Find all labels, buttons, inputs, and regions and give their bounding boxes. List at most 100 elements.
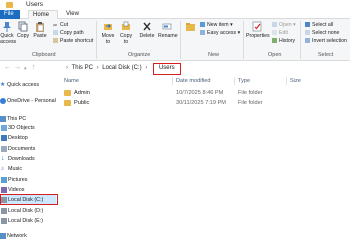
crumb-separator-icon: › <box>66 65 68 71</box>
edit-button[interactable]: Edit <box>272 30 288 37</box>
sidebar-item-music[interactable]: ♪ Music <box>0 164 56 174</box>
column-header-date-modified[interactable]: Date modified <box>176 76 211 86</box>
select-all-button[interactable]: Select all <box>305 22 333 29</box>
tab-file[interactable]: File <box>0 10 20 19</box>
select-all-label: Select all <box>312 22 334 28</box>
breadcrumb-local-disk-c[interactable]: Local Disk (C:) <box>102 65 141 71</box>
select-group-label: Select <box>318 52 334 58</box>
history-icon <box>272 38 277 43</box>
open-group-label: Open <box>268 52 282 58</box>
select-none-button[interactable]: Select none <box>305 30 339 37</box>
sidebar-item-label: Pictures <box>8 177 28 183</box>
ribbon-separator <box>300 21 301 59</box>
window-title: Users <box>26 1 43 8</box>
sidebar-item-3d-objects[interactable]: 3D Objects <box>0 123 56 133</box>
cut-button[interactable]: ✂ Cut <box>53 22 68 29</box>
title-bar: Users <box>0 0 350 10</box>
crumb-separator-icon: › <box>96 65 99 71</box>
copy-to-button[interactable]: Copy to <box>118 21 134 45</box>
tab-view[interactable]: View <box>62 10 82 19</box>
ribbon-tabs: File Home View <box>0 10 350 19</box>
folder-icon <box>64 100 71 106</box>
download-icon: ↓ <box>1 155 5 162</box>
copy-to-icon <box>122 21 130 30</box>
music-icon: ♪ <box>1 166 4 172</box>
pictures-icon <box>1 177 7 183</box>
desktop-icon <box>1 135 7 141</box>
drive-icon <box>1 208 7 214</box>
file-list: Name Date modified Type Size Admin 10/7/… <box>58 76 350 250</box>
sidebar-item-desktop[interactable]: Desktop <box>0 133 56 143</box>
paste-shortcut-button[interactable]: Paste shortcut <box>53 38 93 45</box>
network-icon <box>0 233 6 239</box>
column-header-size[interactable]: Size <box>290 76 301 86</box>
sidebar-item-pictures[interactable]: Pictures <box>0 175 56 185</box>
sidebar-item-local-disk-d[interactable]: Local Disk (D:) <box>0 206 56 216</box>
copy-to-label: Copy to <box>119 33 133 45</box>
breadcrumb-this-pc[interactable]: This PC <box>72 65 93 71</box>
move-to-button[interactable]: Move to <box>100 21 116 45</box>
column-separator <box>286 77 287 85</box>
open-button[interactable]: Open ▾ <box>272 22 296 29</box>
sidebar-item-label: Quick access <box>7 82 40 88</box>
sidebar-item-local-disk-e[interactable]: Local Disk (E:) <box>0 216 56 226</box>
back-arrow-icon[interactable]: ← <box>4 64 11 71</box>
new-folder-button[interactable] <box>183 21 198 33</box>
properties-button[interactable]: Properties <box>246 21 270 39</box>
sidebar-item-downloads[interactable]: ↓ Downloads <box>0 154 56 164</box>
delete-icon <box>143 22 151 31</box>
ribbon-separator <box>243 21 244 59</box>
sidebar-item-network[interactable]: Network <box>0 231 56 241</box>
rename-button[interactable]: Rename <box>158 21 178 39</box>
sidebar-item-label: Downloads <box>8 156 35 162</box>
breadcrumb-users[interactable]: Users <box>152 63 181 75</box>
invert-selection-button[interactable]: Invert selection <box>305 38 347 45</box>
open-icon <box>272 22 277 27</box>
cube-icon <box>1 125 7 131</box>
chevron-down-icon: ▾ <box>237 30 241 36</box>
move-to-label: Move to <box>101 33 115 45</box>
table-row[interactable]: Admin 10/7/2025 8:46 PM File folder <box>58 88 350 98</box>
new-folder-icon <box>186 23 195 31</box>
chevron-down-icon: ▾ <box>293 22 296 28</box>
delete-button[interactable]: Delete <box>139 21 155 39</box>
breadcrumb[interactable]: › This PC › Local Disk (C:) › Users <box>64 63 181 75</box>
new-group-label: New <box>208 52 220 58</box>
history-button[interactable]: History <box>272 38 295 45</box>
new-item-label: New item <box>207 22 229 28</box>
select-none-icon <box>305 30 310 35</box>
forward-arrow-icon[interactable]: → <box>14 64 21 71</box>
copy-icon <box>18 21 28 32</box>
tab-home[interactable]: Home <box>28 10 58 19</box>
up-arrow-icon[interactable]: ↑ <box>32 64 36 71</box>
copy-path-label: Copy path <box>60 30 84 36</box>
sidebar-item-label: 3D Objects <box>8 125 35 131</box>
paste-button[interactable]: Paste <box>33 21 47 39</box>
pin-icon <box>3 22 11 32</box>
new-item-icon <box>200 22 205 27</box>
table-row[interactable]: Public 30/11/2025 7:19 PM File folder <box>58 98 350 108</box>
sidebar-item-documents[interactable]: Documents <box>0 144 56 154</box>
column-header-type[interactable]: Type <box>238 76 250 86</box>
scissors-icon: ✂ <box>53 23 58 29</box>
properties-icon <box>252 21 262 32</box>
column-header-name[interactable]: Name <box>64 76 79 86</box>
copy-button[interactable]: Copy <box>16 21 30 39</box>
sidebar-item-label: Local Disk (D:) <box>8 208 44 214</box>
pin-quick-access-button[interactable]: Quick access <box>0 21 16 45</box>
copy-label: Copy <box>16 33 30 39</box>
rename-icon <box>162 23 172 30</box>
sidebar-item-quick-access[interactable]: ★ Quick access <box>0 80 56 90</box>
sidebar-item-label: OneDrive - Personal <box>7 98 56 104</box>
recent-locations-chevron-icon[interactable]: ▾ <box>24 66 27 72</box>
copy-path-button[interactable]: Copy path <box>53 30 84 37</box>
sidebar-item-onedrive[interactable]: OneDrive - Personal <box>0 96 56 106</box>
file-type: File folder <box>238 90 263 96</box>
sidebar-item-label: Music <box>8 166 23 172</box>
navigation-pane: ★ Quick access OneDrive - Personal This … <box>0 76 56 250</box>
new-item-button[interactable]: New item ▾ <box>200 22 233 29</box>
column-separator <box>172 77 173 85</box>
computer-icon <box>0 116 6 122</box>
easy-access-button[interactable]: Easy access ▾ <box>200 30 240 37</box>
file-date-modified: 10/7/2025 8:46 PM <box>176 90 224 96</box>
